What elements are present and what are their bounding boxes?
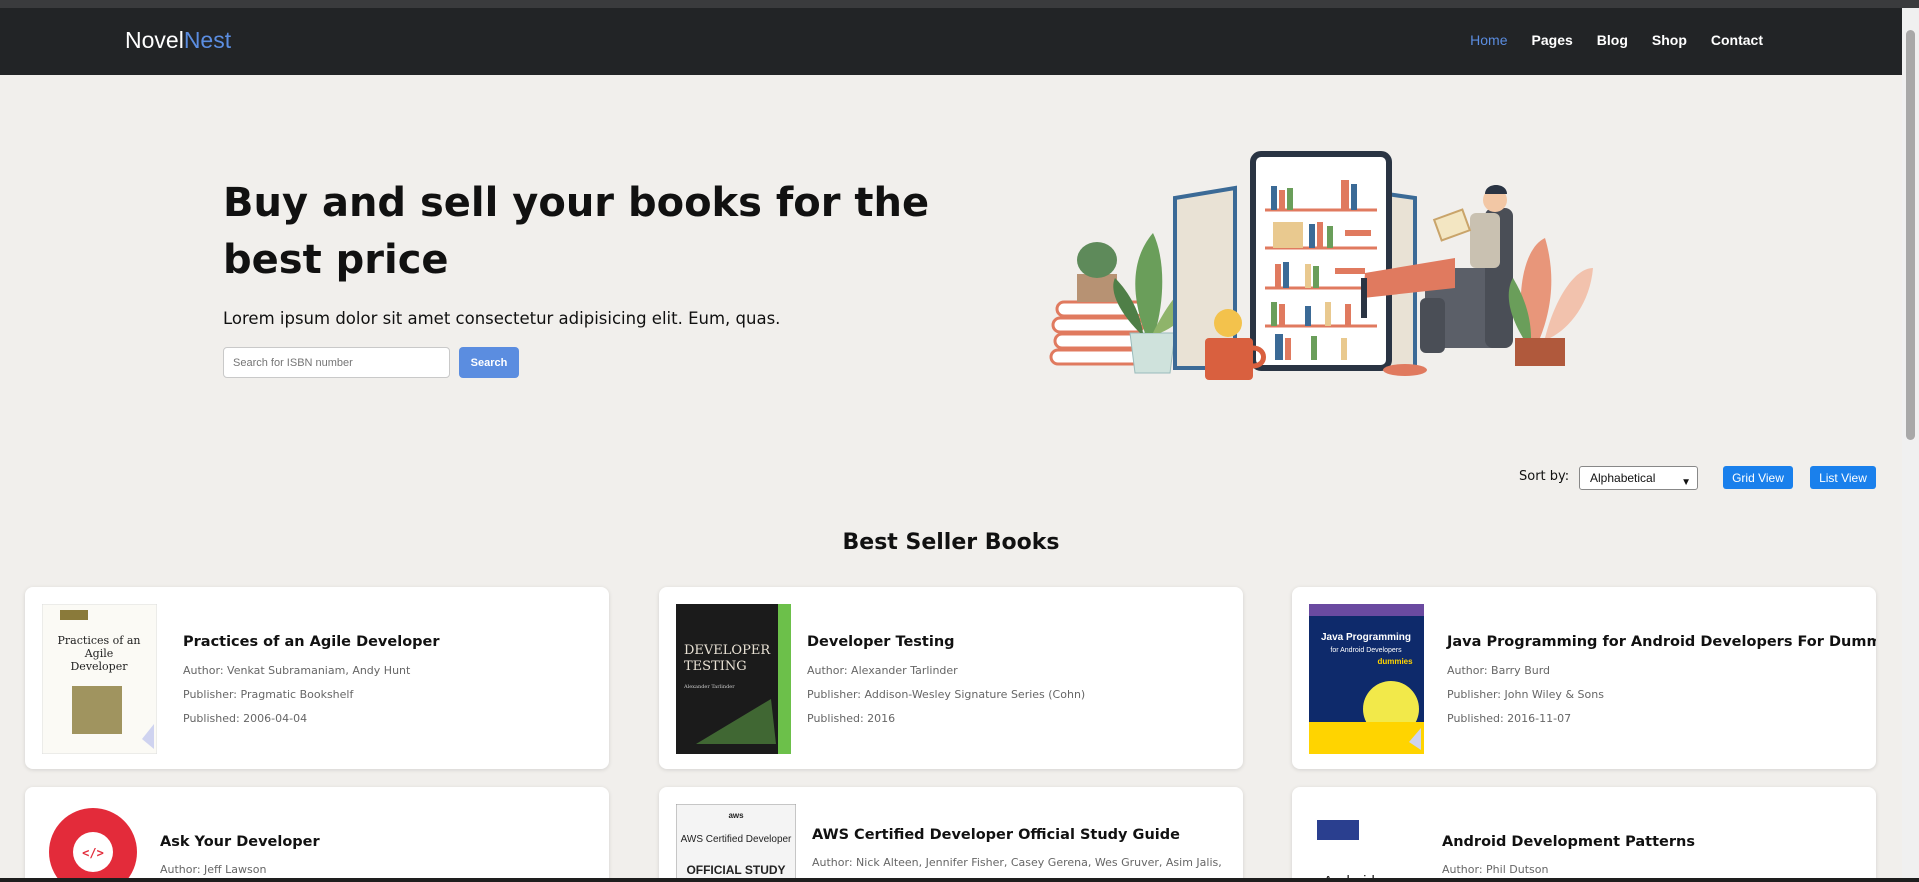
book-publisher: Publisher: Pragmatic Bookshelf [183,688,354,701]
section-title: Best Seller Books [842,530,1060,555]
book-author: Author: Nick Alteen, Jennifer Fisher, Ca… [812,856,1222,869]
book-card[interactable]: Practices of an Agile Developer Practice… [25,587,609,769]
list-view-button[interactable]: List View [1810,466,1876,489]
potted-plant-icon [1508,238,1593,366]
cover-text: Practices of an [58,634,141,647]
cover-text: </> [82,846,104,860]
sort-label: Sort by: [1519,469,1570,484]
sort-selected-value: Alphabetical [1590,471,1656,485]
grid-view-button[interactable]: Grid View [1723,466,1793,489]
cactus-icon [1077,242,1117,302]
cover-text: Agile [84,647,114,660]
brand-name-part2: Nest [183,27,232,53]
book-publisher: Publisher: John Wiley & Sons [1447,688,1604,701]
book-card[interactable]: aws AWS Certified Developer OFFICIAL STU… [659,787,1243,882]
book-author: Author: Alexander Tarlinder [807,664,958,677]
nav-link-blog[interactable]: Blog [1597,32,1628,48]
hero-reading-illustration [1049,151,1593,380]
book-publisher: Publisher: Addison-Wesley Signature Seri… [807,688,1086,701]
nav-link-shop[interactable]: Shop [1652,32,1687,48]
book-cover-image: DEVELOPER TESTING Alexander Tarlinder [676,604,791,754]
brand-logo[interactable]: NovelNest [125,27,231,54]
book-author: Author: Barry Burd [1447,664,1551,677]
book-title[interactable]: Java Programming for Android Developers … [1447,634,1876,650]
book-card[interactable]: Java Programming for Android Developers … [1292,587,1876,769]
page-scrollbar[interactable] [1902,8,1919,882]
cover-text: aws [728,811,744,820]
cover-text: dummies [1377,657,1413,666]
cover-text: Java Programming [1321,632,1411,643]
scrollbar-thumb[interactable] [1906,30,1915,440]
hero-subtitle: Lorem ipsum dolor sit amet consectetur a… [223,309,781,328]
book-title[interactable]: Developer Testing [807,634,955,650]
book-published: Published: 2006-04-04 [183,712,308,725]
cover-text: Alexander Tarlinder [683,684,735,690]
book-cover-image: Practices of an Agile Developer [42,604,157,754]
cover-text: for Android Developers [1330,647,1402,654]
nav-link-home[interactable]: Home [1470,32,1507,48]
book-cover-image: Android [1309,804,1429,882]
book-card[interactable]: Android Android Development Patterns Aut… [1292,787,1876,882]
book-author: Author: Phil Dutson [1442,863,1549,876]
book-author: Author: Jeff Lawson [160,863,267,876]
isbn-search-input[interactable] [223,347,450,378]
book-card[interactable]: </> Ask Your Developer Author: Jeff Laws… [25,787,609,882]
cover-text: AWS Certified Developer [681,834,792,845]
book-published: Published: 2016-11-07 [1447,712,1572,725]
nav-link-contact[interactable]: Contact [1711,32,1763,48]
book-title[interactable]: Ask Your Developer [160,834,320,850]
cover-text: OFFICIAL STUDY [686,863,785,877]
search-button[interactable]: Search [459,347,519,378]
tablet-bookshelf-icon [1250,151,1392,371]
cover-text: DEVELOPER [684,643,771,658]
browser-bottom-strip [0,878,1919,882]
book-cover-image: </> [42,804,144,882]
sort-select[interactable]: Alphabetical ▼ [1579,466,1698,490]
book-author: Author: Venkat Subramaniam, Andy Hunt [183,664,411,677]
navbar: NovelNest Home Pages Blog Shop Contact [0,8,1902,75]
cover-text: TESTING [684,659,747,674]
book-card[interactable]: DEVELOPER TESTING Alexander Tarlinder De… [659,587,1243,769]
book-cover-image: aws AWS Certified Developer OFFICIAL STU… [676,804,796,882]
nav-link-pages[interactable]: Pages [1532,32,1573,48]
book-title[interactable]: Practices of an Agile Developer [183,634,440,650]
book-published: Published: 2016 [807,712,896,725]
chevron-down-icon: ▼ [1681,477,1691,488]
book-title[interactable]: AWS Certified Developer Official Study G… [812,827,1180,843]
cover-text: Developer [70,660,128,673]
browser-top-strip [0,0,1919,8]
book-cover-image: Java Programming for Android Developers … [1309,604,1424,754]
brand-name-part1: Novel [125,27,184,53]
hero-title: Buy and sell your books for the best pri… [223,180,930,283]
book-title[interactable]: Android Development Patterns [1442,834,1695,850]
main-nav: Home Pages Blog Shop Contact [1446,32,1763,48]
